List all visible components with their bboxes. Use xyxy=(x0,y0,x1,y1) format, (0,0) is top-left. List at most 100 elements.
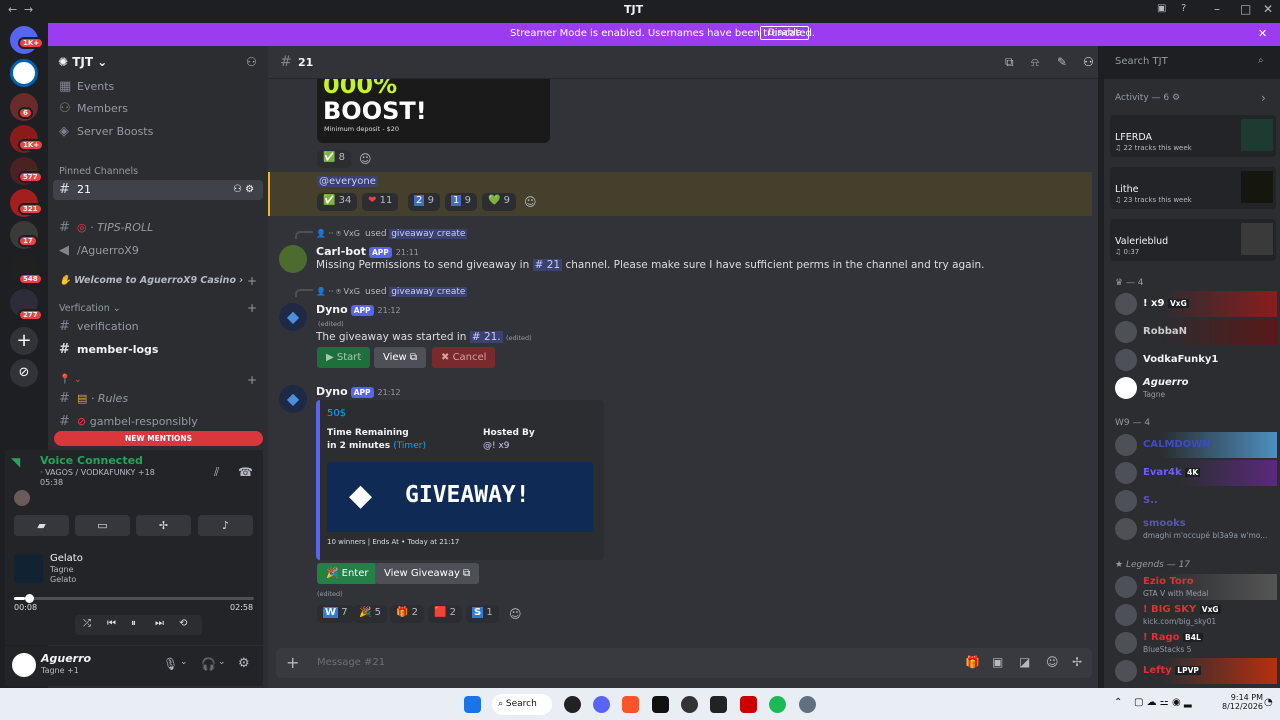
member-item[interactable]: VodkaFunky1 xyxy=(1112,347,1277,373)
channel-member-logs[interactable]: # member-logs xyxy=(53,340,263,360)
member-item[interactable]: Aguerro Tagne xyxy=(1112,375,1277,401)
gift-icon[interactable]: 🎁 xyxy=(965,655,980,669)
member-item[interactable]: ! BIG SKY VxG kick.com/big_sky01 xyxy=(1112,602,1277,628)
reaction-gift[interactable]: 🎁 2 xyxy=(390,605,425,623)
username[interactable]: Aguerro xyxy=(41,652,91,665)
notification-bell-icon[interactable]: ⍾ xyxy=(1031,55,1039,70)
add-channel-icon[interactable]: + xyxy=(247,301,257,315)
maximize-icon[interactable]: □ xyxy=(1240,2,1251,16)
category-verification[interactable]: Verfication ⌄ xyxy=(59,303,121,314)
member-item[interactable]: RobbaN xyxy=(1112,319,1277,345)
activity-card[interactable]: Valerieblud ♫ 0:37 xyxy=(1110,219,1276,261)
app-icon[interactable] xyxy=(564,696,581,713)
close-window-icon[interactable]: ✕ xyxy=(1263,2,1273,16)
carlbot-avatar[interactable] xyxy=(279,245,307,273)
server-header[interactable]: ✺ TJT ⌄ xyxy=(58,55,107,69)
channel-mention[interactable]: # 21 xyxy=(532,259,563,271)
soundboard-button[interactable]: ♪ xyxy=(198,515,253,536)
chevron-right-icon[interactable]: › xyxy=(1261,91,1266,105)
screen-share-button[interactable]: ▭ xyxy=(75,515,130,536)
add-attachment-icon[interactable]: + xyxy=(286,653,299,672)
member-item[interactable]: ! Rago B4L BlueStacks 5 xyxy=(1112,630,1277,656)
author-name[interactable]: Carl-bot xyxy=(316,245,366,258)
microphone-icon[interactable]: 🎙 xyxy=(163,657,178,671)
member-item[interactable]: Evar4k 4K xyxy=(1112,460,1277,486)
reaction-red[interactable]: 🟥 2 xyxy=(428,605,463,623)
progress-track[interactable] xyxy=(14,597,254,600)
track-title[interactable]: Gelato xyxy=(50,553,83,564)
sidebar-item-server-boosts[interactable]: ◈ Server Boosts xyxy=(53,122,263,142)
sidebar-item-members[interactable]: ⚇ Members xyxy=(53,99,263,119)
author-name[interactable]: Dyno xyxy=(316,385,348,398)
settings-icon[interactable]: ⚇ ⚙ xyxy=(233,180,254,200)
add-channel-icon[interactable]: + xyxy=(247,274,257,288)
discover-icon[interactable]: ⊘ xyxy=(10,359,38,387)
member-item[interactable]: ! x9 VxG xyxy=(1112,291,1277,317)
reaction-heart[interactable]: ❤ 11 xyxy=(362,193,399,211)
reaction-party[interactable]: 🎉 5 xyxy=(353,605,388,623)
message-composer[interactable]: + Message #21 🎁 ▣ ◪ ☺ ✢ xyxy=(276,648,1092,678)
author-name[interactable]: Dyno xyxy=(316,303,348,316)
reaction-check[interactable]: ✅ 34 xyxy=(317,193,358,211)
category-pin[interactable]: 📍 ⌄ xyxy=(59,374,82,385)
activities-button[interactable]: ✢ xyxy=(136,515,191,536)
pause-icon[interactable]: ⏸ xyxy=(131,618,136,629)
bmw-server-icon[interactable] xyxy=(10,59,38,87)
reaction-green-heart[interactable]: 💚 9 xyxy=(482,193,517,211)
embed-title[interactable]: 50$ xyxy=(327,408,346,419)
help-icon[interactable]: ? xyxy=(1181,3,1186,14)
reaction-w[interactable]: W 7 xyxy=(317,605,354,623)
dyno-avatar[interactable]: ◆ xyxy=(279,303,307,331)
everyone-mention[interactable]: @everyone xyxy=(317,176,378,187)
reaction-one[interactable]: 1 9 xyxy=(445,193,477,211)
chevron-down-icon[interactable]: ⌄ xyxy=(180,657,188,667)
tray-icons[interactable]: ▢ ☁ ⚍ ◉ ▂ xyxy=(1134,697,1192,708)
channel-21[interactable]: #21 ⚇ ⚙ xyxy=(53,180,263,200)
reply-preview[interactable]: 👤 ·· ⍟ VxG used giveaway create xyxy=(316,287,468,297)
channel-verification[interactable]: # verification xyxy=(53,317,263,337)
channel-tips-roll[interactable]: # ◎ · TIPS-ROLL xyxy=(53,218,263,238)
reply-preview[interactable]: 👤 ·· ⍟ VxG used giveaway create xyxy=(316,229,468,239)
disconnect-icon[interactable]: ☎ xyxy=(238,465,253,479)
add-reaction-icon[interactable]: ☺ xyxy=(524,195,537,209)
activity-card[interactable]: LFERDA ♫ 22 tracks this week xyxy=(1110,115,1276,157)
activity-header[interactable]: Activity — 6 ⚙ xyxy=(1115,93,1180,103)
forward-arrow-icon[interactable]: → xyxy=(24,3,33,16)
threads-icon[interactable]: ⧉ xyxy=(1005,55,1014,70)
dyno-avatar[interactable]: ◆ xyxy=(279,385,307,413)
app-icon[interactable] xyxy=(740,696,757,713)
emoji-icon[interactable]: ☺ xyxy=(1046,655,1059,669)
search-input[interactable]: Search TJT ⌕ xyxy=(1110,52,1274,73)
view-giveaway-button[interactable]: View Giveaway ⧉ xyxy=(375,563,480,584)
member-list-icon[interactable]: ⚇ xyxy=(1083,55,1094,69)
progress-handle[interactable] xyxy=(25,594,34,603)
channel-mention[interactable]: # 21. xyxy=(469,331,503,343)
member-item[interactable]: smooks dmaghi m'occupé bl3a9a w'mo... xyxy=(1112,516,1277,542)
windows-start-icon[interactable] xyxy=(464,696,481,713)
user-avatar[interactable] xyxy=(12,653,36,677)
member-item[interactable]: Ezio Toro GTA V with Medal xyxy=(1112,574,1277,600)
disable-button[interactable]: Disable xyxy=(760,26,810,40)
next-icon[interactable]: ⏭ xyxy=(155,618,164,629)
repeat-icon[interactable]: ⟲ xyxy=(179,618,187,629)
new-mentions-pill[interactable]: NEW MENTIONS xyxy=(54,431,263,446)
apps-icon[interactable]: ✢ xyxy=(1072,655,1082,669)
app-icon[interactable] xyxy=(652,696,669,713)
chevron-down-icon[interactable]: ⌄ xyxy=(218,657,226,667)
camera-off-button[interactable]: ▰ xyxy=(14,515,69,536)
gear-icon[interactable]: ⚙ xyxy=(238,656,250,671)
previous-icon[interactable]: ⏮ xyxy=(107,618,116,629)
reaction-s[interactable]: S 1 xyxy=(466,605,499,623)
spotify-icon[interactable] xyxy=(769,696,786,713)
add-reaction-icon[interactable]: ☺ xyxy=(509,607,522,621)
taskbar-clock[interactable]: 9:14 PM 8/12/2026 xyxy=(1222,693,1263,711)
shuffle-icon[interactable]: ⤮ xyxy=(83,618,91,629)
sticker-icon[interactable]: ◪ xyxy=(1019,655,1030,669)
giveaway-banner-image[interactable]: ◆ GIVEAWAY! xyxy=(327,462,593,532)
category-casino[interactable]: ✋ Welcome to AguerroX9 Casino › xyxy=(59,275,243,286)
track-artist[interactable]: Tagne xyxy=(50,565,74,574)
add-server-icon[interactable]: + xyxy=(10,327,38,355)
voice-channel[interactable]: · VAGOS / VODKAFUNKY +18 xyxy=(40,468,155,477)
minimize-icon[interactable]: – xyxy=(1214,2,1220,16)
noise-suppression-icon[interactable]: ⫽ xyxy=(214,465,219,480)
